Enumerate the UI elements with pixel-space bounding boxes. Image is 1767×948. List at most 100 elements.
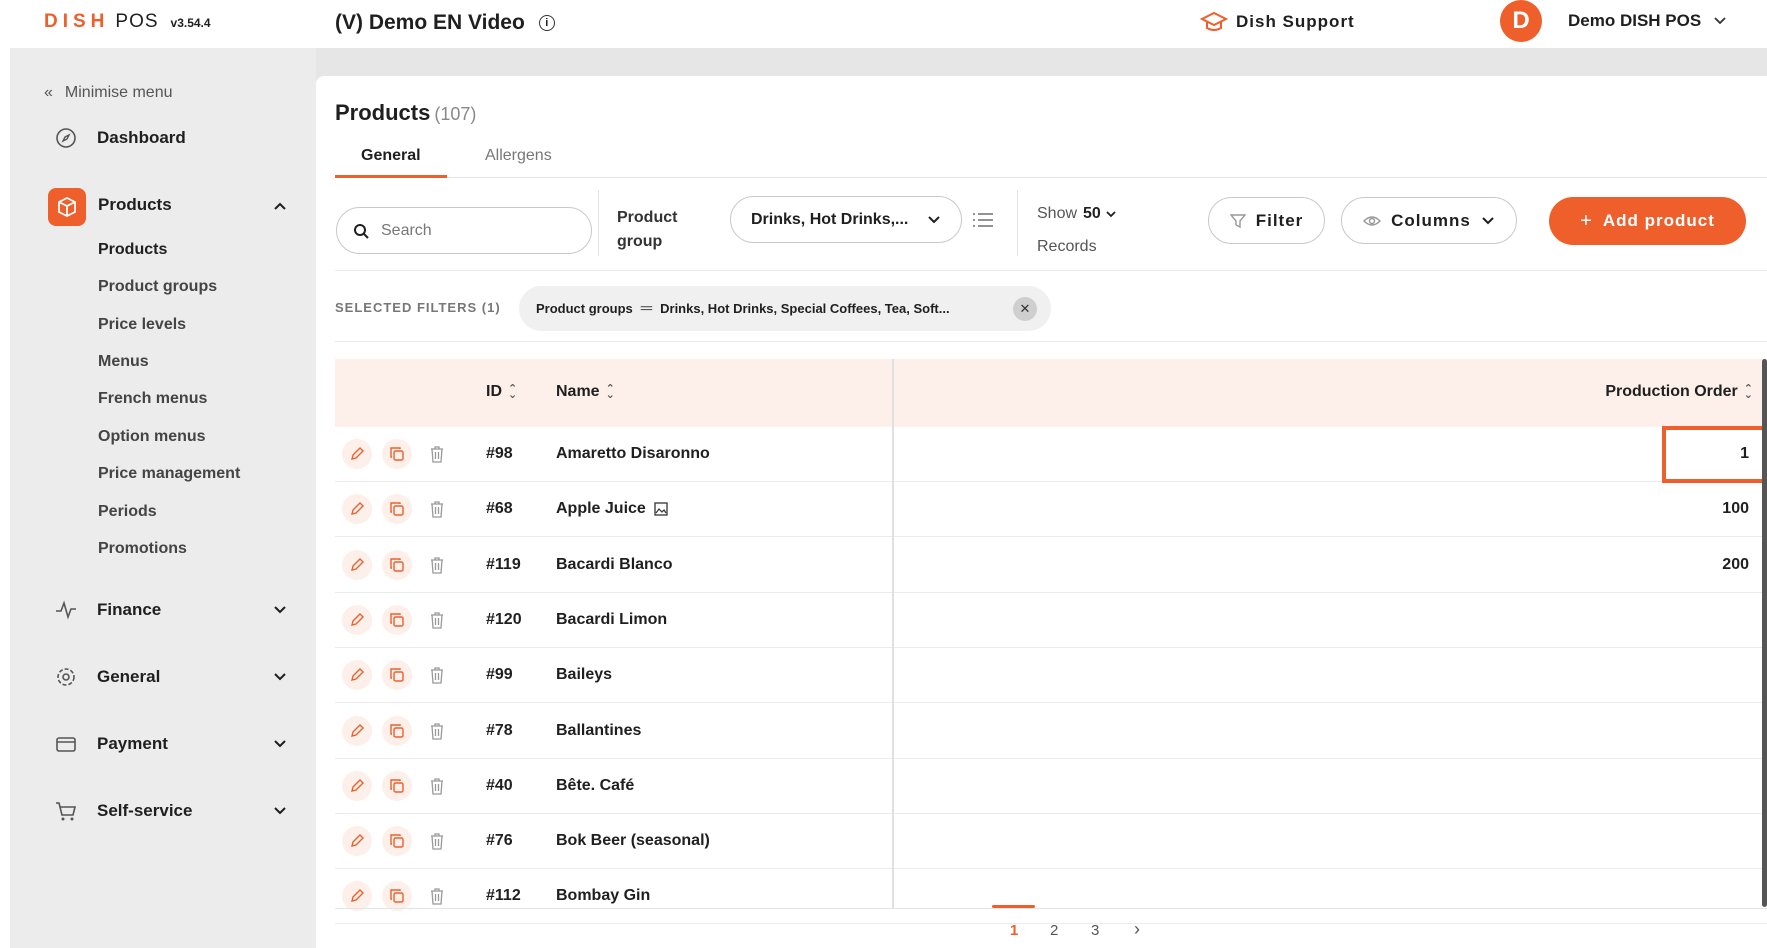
duplicate-button[interactable] (382, 605, 412, 635)
cell-production-order[interactable]: 100 (1722, 500, 1749, 518)
chevron-down-icon[interactable] (273, 602, 287, 618)
cell-name[interactable]: Apple Juice (556, 500, 668, 518)
account-menu[interactable]: Demo DISH POS (1568, 11, 1727, 31)
tab-general[interactable]: General (335, 146, 447, 178)
edit-button[interactable] (342, 550, 372, 580)
sidebar-subitem-french-menus[interactable]: French menus (98, 390, 207, 408)
duplicate-button[interactable] (382, 826, 412, 856)
chevron-down-icon[interactable] (273, 736, 287, 752)
sidebar-item-general[interactable]: General (55, 666, 160, 688)
edit-button[interactable] (342, 439, 372, 469)
avatar[interactable]: D (1500, 0, 1542, 42)
sidebar-subitem-product-groups[interactable]: Product groups (98, 278, 217, 296)
cell-name[interactable]: Bacardi Blanco (556, 556, 672, 574)
page-1-button[interactable]: 1 (1010, 922, 1018, 939)
delete-button[interactable] (422, 605, 452, 635)
table-row[interactable]: #99 Baileys (335, 648, 1767, 703)
duplicate-button[interactable] (382, 881, 412, 911)
table-row[interactable]: #98 Amaretto Disaronno 1 (335, 427, 1767, 482)
chevron-down-icon[interactable] (273, 803, 287, 819)
table-row[interactable]: #40 Bête. Café (335, 759, 1767, 814)
table-row[interactable]: #119 Bacardi Blanco 200 (335, 538, 1767, 593)
table-row[interactable]: #76 Bok Beer (seasonal) (335, 814, 1767, 869)
delete-button[interactable] (422, 826, 452, 856)
table-row[interactable]: #78 Ballantines (335, 704, 1767, 759)
cell-name[interactable]: Ballantines (556, 722, 641, 740)
sidebar-item-finance[interactable]: Finance (55, 599, 161, 621)
edit-button[interactable] (342, 826, 372, 856)
sidebar-subitem-products[interactable]: Products (98, 241, 167, 259)
copy-icon (389, 833, 405, 849)
brand-dish: DISH (44, 11, 110, 32)
delete-button[interactable] (422, 494, 452, 524)
page-2-button[interactable]: 2 (1050, 922, 1058, 939)
column-header-id[interactable]: ID ⌃ ⌄ (486, 383, 517, 401)
delete-button[interactable] (422, 716, 452, 746)
sidebar-subitem-periods[interactable]: Periods (98, 503, 157, 521)
search-input[interactable]: Search (336, 207, 592, 254)
divider (335, 341, 1767, 342)
remove-filter-button[interactable]: ✕ (1013, 297, 1037, 321)
cell-name[interactable]: Amaretto Disaronno (556, 445, 710, 463)
duplicate-button[interactable] (382, 716, 412, 746)
column-header-name-label: Name (556, 383, 600, 400)
minimise-menu-button[interactable]: « Minimise menu (44, 84, 173, 102)
records-per-page[interactable]: Show 50 Records (1037, 197, 1117, 263)
table-row[interactable]: #112 Bombay Gin (335, 869, 1767, 924)
delete-button[interactable] (422, 660, 452, 690)
tab-allergens[interactable]: Allergens (459, 146, 578, 178)
edit-button[interactable] (342, 660, 372, 690)
cell-production-order[interactable]: 200 (1722, 556, 1749, 574)
sidebar-item-products[interactable]: Products (98, 195, 172, 215)
duplicate-button[interactable] (382, 494, 412, 524)
cell-name[interactable]: Baileys (556, 666, 612, 684)
column-header-production-order[interactable]: Production Order ⌃ ⌄ (1605, 383, 1753, 401)
add-product-button[interactable]: + Add product (1549, 197, 1746, 245)
sidebar-subitem-price-levels[interactable]: Price levels (98, 316, 186, 334)
cell-name[interactable]: Bacardi Limon (556, 611, 667, 629)
brand-logo[interactable]: DISH POS v3.54.4 (44, 11, 211, 33)
list-icon[interactable] (972, 211, 994, 234)
delete-button[interactable] (422, 771, 452, 801)
sidebar-subitem-menus[interactable]: Menus (98, 353, 149, 371)
delete-button[interactable] (422, 439, 452, 469)
next-page-button[interactable]: › (1134, 919, 1140, 940)
tab-bar: General Allergens (335, 146, 1767, 178)
copy-icon (389, 778, 405, 794)
edit-button[interactable] (342, 605, 372, 635)
edit-button[interactable] (342, 881, 372, 911)
sidebar-item-payment[interactable]: Payment (55, 733, 168, 755)
chevron-down-icon (1714, 17, 1726, 25)
info-icon[interactable]: i (538, 15, 555, 31)
sidebar-item-self-service[interactable]: Self-service (55, 800, 192, 822)
dish-support-link[interactable]: Dish Support (1200, 11, 1355, 33)
edit-button[interactable] (342, 716, 372, 746)
duplicate-button[interactable] (382, 550, 412, 580)
page-3-button[interactable]: 3 (1091, 922, 1099, 939)
duplicate-button[interactable] (382, 771, 412, 801)
cell-name[interactable]: Bombay Gin (556, 887, 650, 905)
cell-name[interactable]: Bok Beer (seasonal) (556, 832, 710, 850)
edit-button[interactable] (342, 494, 372, 524)
chevron-down-icon[interactable] (273, 669, 287, 685)
cell-name[interactable]: Bête. Café (556, 777, 634, 795)
duplicate-button[interactable] (382, 439, 412, 469)
sidebar-subitem-option-menus[interactable]: Option menus (98, 428, 206, 446)
edit-button[interactable] (342, 771, 372, 801)
delete-button[interactable] (422, 550, 452, 580)
filter-button[interactable]: Filter (1208, 197, 1325, 244)
chevron-up-icon[interactable] (273, 198, 287, 214)
column-header-name[interactable]: Name ⌃ ⌄ (556, 383, 615, 401)
table-row[interactable]: #68 Apple Juice 100 (335, 482, 1767, 537)
scrollbar[interactable] (1762, 359, 1767, 907)
delete-button[interactable] (422, 881, 452, 911)
table-row[interactable]: #120 Bacardi Limon (335, 593, 1767, 648)
filter-label: Filter (1255, 210, 1304, 230)
product-group-select[interactable]: Drinks, Hot Drinks,... (730, 196, 962, 243)
sidebar-subitem-price-management[interactable]: Price management (98, 465, 240, 483)
columns-button[interactable]: Columns (1341, 197, 1517, 244)
sidebar-item-dashboard[interactable]: Dashboard (55, 127, 186, 149)
sidebar-subitem-promotions[interactable]: Promotions (98, 540, 187, 558)
trash-icon (429, 887, 445, 905)
duplicate-button[interactable] (382, 660, 412, 690)
